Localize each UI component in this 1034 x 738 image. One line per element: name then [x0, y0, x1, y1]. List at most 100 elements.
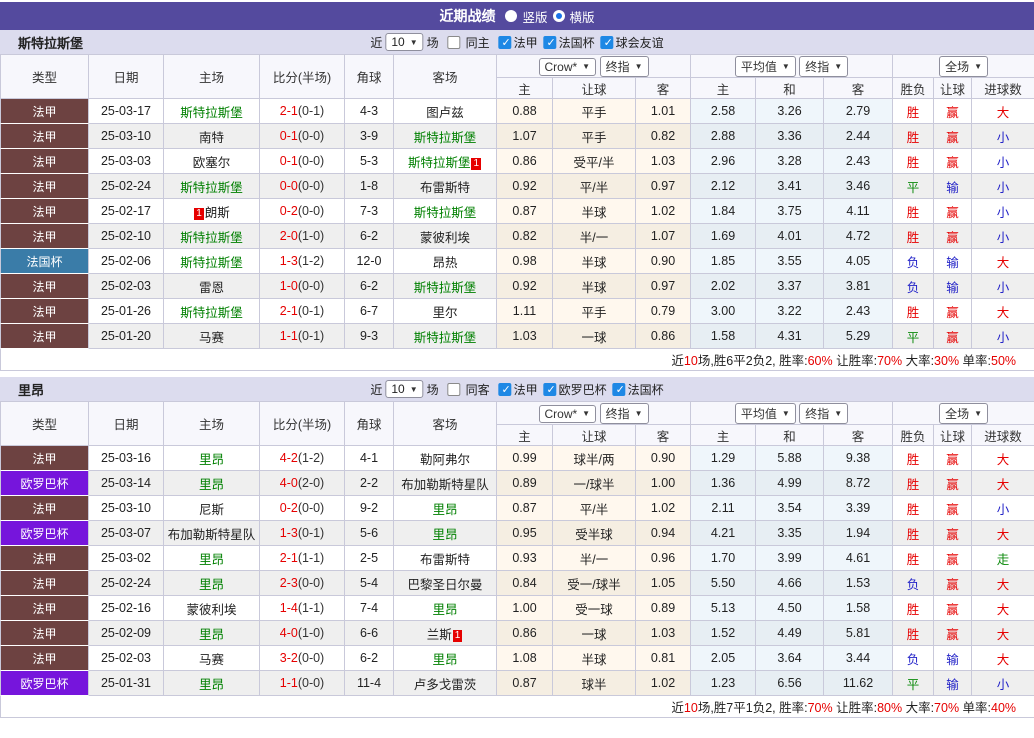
odds-source-select[interactable]: Crow*▼ — [539, 58, 597, 76]
handicap-away-odds: 1.02 — [636, 671, 691, 696]
goals-result: 小 — [972, 124, 1034, 149]
competition-checkbox[interactable] — [544, 383, 557, 396]
home-team[interactable]: 蒙彼利埃 — [164, 596, 260, 621]
away-team[interactable]: 里昂 — [394, 646, 497, 671]
away-team[interactable]: 斯特拉斯堡 — [394, 274, 497, 299]
match-row: 法甲 25-01-26 斯特拉斯堡 2-1(0-1) 6-7 里尔 1.11 平… — [1, 299, 1034, 324]
away-team-name: 布加勒斯特星队 — [401, 478, 489, 492]
handicap-result: 赢 — [934, 199, 972, 224]
odds-stage-select[interactable]: 终指▼ — [600, 56, 649, 77]
home-team[interactable]: 里昂 — [164, 471, 260, 496]
match-count-select[interactable]: 10▼ — [385, 33, 423, 51]
handicap-result: 赢 — [934, 299, 972, 324]
home-team[interactable]: 里昂 — [164, 671, 260, 696]
competition-checkbox[interactable] — [601, 36, 614, 49]
away-team[interactable]: 里昂 — [394, 496, 497, 521]
away-team[interactable]: 里昂 — [394, 596, 497, 621]
match-type: 法甲 — [1, 99, 89, 124]
odds-source-value: Crow* — [545, 407, 578, 421]
home-team[interactable]: 欧塞尔 — [164, 149, 260, 174]
col-header-away: 客场 — [394, 402, 497, 446]
home-team[interactable]: 尼斯 — [164, 496, 260, 521]
page-title: 近期战绩 — [439, 6, 495, 26]
away-team[interactable]: 图卢兹 — [394, 99, 497, 124]
match-type: 欧罗巴杯 — [1, 521, 89, 546]
home-team-name: 尼斯 — [199, 503, 224, 517]
away-team[interactable]: 卢多戈雷茨 — [394, 671, 497, 696]
competition-checkbox[interactable] — [499, 383, 512, 396]
avg-home-odds: 2.05 — [691, 646, 756, 671]
away-team[interactable]: 里昂 — [394, 521, 497, 546]
away-team[interactable]: 巴黎圣日尔曼 — [394, 571, 497, 596]
vertical-layout-radio[interactable] — [505, 10, 517, 22]
home-team[interactable]: 斯特拉斯堡 — [164, 224, 260, 249]
away-team[interactable]: 昂热 — [394, 249, 497, 274]
winloss-result: 负 — [893, 249, 934, 274]
chevron-down-icon: ▼ — [834, 62, 842, 71]
summary-part: 70% — [934, 701, 959, 715]
handicap-home-odds: 1.11 — [497, 299, 553, 324]
handicap-home-odds: 0.86 — [497, 149, 553, 174]
handicap-home-odds: 0.93 — [497, 546, 553, 571]
same-venue-checkbox[interactable] — [448, 383, 461, 396]
same-venue-checkbox[interactable] — [448, 36, 461, 49]
home-team[interactable]: 里昂 — [164, 446, 260, 471]
home-team[interactable]: 斯特拉斯堡 — [164, 299, 260, 324]
home-team[interactable]: 斯特拉斯堡 — [164, 249, 260, 274]
home-team[interactable]: 南特 — [164, 124, 260, 149]
home-team[interactable]: 里昂 — [164, 621, 260, 646]
europe-stage-select[interactable]: 终指▼ — [799, 56, 848, 77]
away-team[interactable]: 蒙彼利埃 — [394, 224, 497, 249]
avg-away-odds: 3.81 — [824, 274, 893, 299]
home-team[interactable]: 斯特拉斯堡 — [164, 174, 260, 199]
home-team[interactable]: 斯特拉斯堡 — [164, 99, 260, 124]
away-team[interactable]: 斯特拉斯堡1 — [394, 149, 497, 174]
home-team[interactable]: 1朗斯 — [164, 199, 260, 224]
away-team[interactable]: 布雷斯特 — [394, 546, 497, 571]
chevron-down-icon: ▼ — [410, 385, 418, 394]
home-team[interactable]: 里昂 — [164, 571, 260, 596]
period-select[interactable]: 全场▼ — [939, 403, 988, 424]
home-team[interactable]: 马赛 — [164, 324, 260, 349]
sub-header-avg-home: 主 — [691, 425, 756, 446]
corner-count: 1-8 — [345, 174, 394, 199]
summary-part: 60% — [808, 354, 833, 368]
handicap-line: 平/半 — [553, 174, 636, 199]
avg-away-odds: 1.53 — [824, 571, 893, 596]
match-type: 法甲 — [1, 596, 89, 621]
odds-source-select[interactable]: Crow*▼ — [539, 405, 597, 423]
away-team[interactable]: 斯特拉斯堡 — [394, 324, 497, 349]
match-type: 法甲 — [1, 224, 89, 249]
home-team[interactable]: 马赛 — [164, 646, 260, 671]
away-team[interactable]: 布雷斯特 — [394, 174, 497, 199]
away-team[interactable]: 兰斯1 — [394, 621, 497, 646]
away-team[interactable]: 里尔 — [394, 299, 497, 324]
score-cell: 2-1(0-1) — [260, 299, 345, 324]
home-team-name: 斯特拉斯堡 — [180, 306, 243, 320]
period-select[interactable]: 全场▼ — [939, 56, 988, 77]
competition-checkbox[interactable] — [613, 383, 626, 396]
corner-count: 9-3 — [345, 324, 394, 349]
europe-source-select[interactable]: 平均值▼ — [735, 403, 796, 424]
odds-stage-select[interactable]: 终指▼ — [600, 403, 649, 424]
home-team[interactable]: 里昂 — [164, 546, 260, 571]
home-team[interactable]: 布加勒斯特星队 — [164, 521, 260, 546]
away-team[interactable]: 斯特拉斯堡 — [394, 199, 497, 224]
away-team[interactable]: 布加勒斯特星队 — [394, 471, 497, 496]
half-time-score: (1-2) — [298, 451, 324, 465]
competition-checkbox[interactable] — [544, 36, 557, 49]
match-count-select[interactable]: 10▼ — [385, 380, 423, 398]
home-team[interactable]: 雷恩 — [164, 274, 260, 299]
europe-source-select[interactable]: 平均值▼ — [735, 56, 796, 77]
handicap-line: 半/一 — [553, 546, 636, 571]
summary-row: 近10场,胜7平1负2, 胜率:70% 让胜率:80% 大率:70% 单率:40… — [1, 696, 1034, 718]
sub-header-avg-home: 主 — [691, 78, 756, 99]
europe-stage-select[interactable]: 终指▼ — [799, 403, 848, 424]
competition-checkbox[interactable] — [499, 36, 512, 49]
handicap-result: 赢 — [934, 446, 972, 471]
horizontal-layout-radio[interactable] — [553, 10, 565, 22]
score-cell: 0-2(0-0) — [260, 199, 345, 224]
away-team[interactable]: 勒阿弗尔 — [394, 446, 497, 471]
sub-header-let-handicap: 让球 — [553, 425, 636, 446]
away-team[interactable]: 斯特拉斯堡 — [394, 124, 497, 149]
